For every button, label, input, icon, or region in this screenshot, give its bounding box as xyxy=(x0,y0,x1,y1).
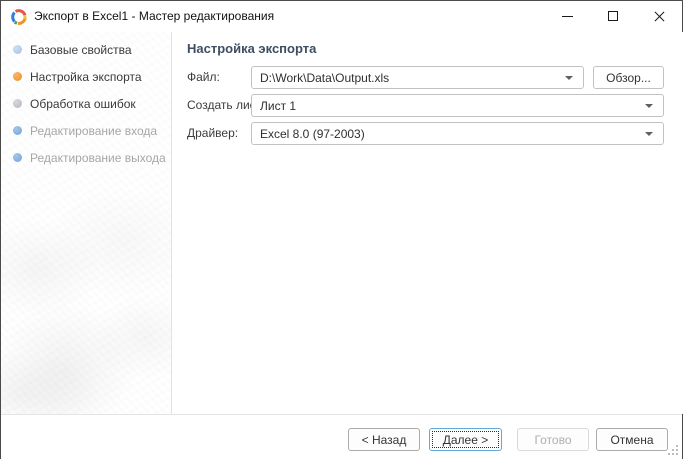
footer-bar: < Назад Далее > Готово Отмена xyxy=(1,414,682,459)
page-heading: Настройка экспорта xyxy=(187,41,317,56)
file-combobox-value: D:\Work\Data\Output.xls xyxy=(260,70,390,85)
wizard-window: Экспорт в Excel1 - Мастер редактирования… xyxy=(0,0,683,459)
dropdown-arrow-icon[interactable] xyxy=(645,131,653,136)
next-button[interactable]: Далее > xyxy=(429,428,502,451)
step-item-basic-properties[interactable]: Базовые свойства xyxy=(1,36,171,63)
step-bullet-icon xyxy=(13,99,22,108)
sheet-combobox[interactable]: Лист 1 xyxy=(251,94,664,117)
content-area: Настройка экспорта Файл: D:\Work\Data\Ou… xyxy=(172,32,683,414)
driver-combobox-value: Excel 8.0 (97-2003) xyxy=(260,126,365,141)
close-button[interactable] xyxy=(636,1,682,32)
step-item-output-editing: Редактирование выхода xyxy=(1,144,171,171)
window-title: Экспорт в Excel1 - Мастер редактирования xyxy=(34,9,275,23)
step-label: Настройка экспорта xyxy=(30,69,142,84)
title-bar: Экспорт в Excel1 - Мастер редактирования xyxy=(1,1,682,32)
sheet-combobox-value: Лист 1 xyxy=(260,98,297,113)
step-bullet-icon xyxy=(13,72,22,81)
back-button[interactable]: < Назад xyxy=(348,428,420,451)
wizard-steps-list: Базовые свойства Настройка экспорта Обра… xyxy=(1,32,171,171)
step-bullet-icon xyxy=(13,126,22,135)
wizard-steps-panel: Базовые свойства Настройка экспорта Обра… xyxy=(1,32,171,414)
dropdown-arrow-icon[interactable] xyxy=(645,103,653,108)
close-icon xyxy=(653,10,666,23)
step-label: Обработка ошибок xyxy=(30,96,136,111)
driver-combobox[interactable]: Excel 8.0 (97-2003) xyxy=(251,122,664,145)
minimize-icon xyxy=(562,16,573,17)
step-item-export-settings[interactable]: Настройка экспорта xyxy=(1,63,171,90)
dropdown-arrow-icon[interactable] xyxy=(565,75,573,80)
driver-label: Драйвер: xyxy=(187,126,239,140)
file-label: Файл: xyxy=(187,70,220,84)
maximize-button[interactable] xyxy=(590,1,636,32)
step-label: Редактирование выхода xyxy=(30,150,166,165)
cancel-button[interactable]: Отмена xyxy=(596,428,668,451)
step-item-input-editing: Редактирование входа xyxy=(1,117,171,144)
step-item-error-handling[interactable]: Обработка ошибок xyxy=(1,90,171,117)
minimize-button[interactable] xyxy=(544,1,590,32)
window-controls xyxy=(544,1,682,32)
resize-grip[interactable] xyxy=(666,443,678,455)
app-icon xyxy=(10,8,28,26)
finish-button: Готово xyxy=(517,428,589,451)
step-bullet-icon xyxy=(13,45,22,54)
step-label: Базовые свойства xyxy=(30,42,132,57)
step-bullet-icon xyxy=(13,153,22,162)
step-label: Редактирование входа xyxy=(30,123,158,138)
file-combobox[interactable]: D:\Work\Data\Output.xls xyxy=(251,66,584,89)
maximize-icon xyxy=(608,11,618,21)
browse-button[interactable]: Обзор... xyxy=(593,66,664,89)
